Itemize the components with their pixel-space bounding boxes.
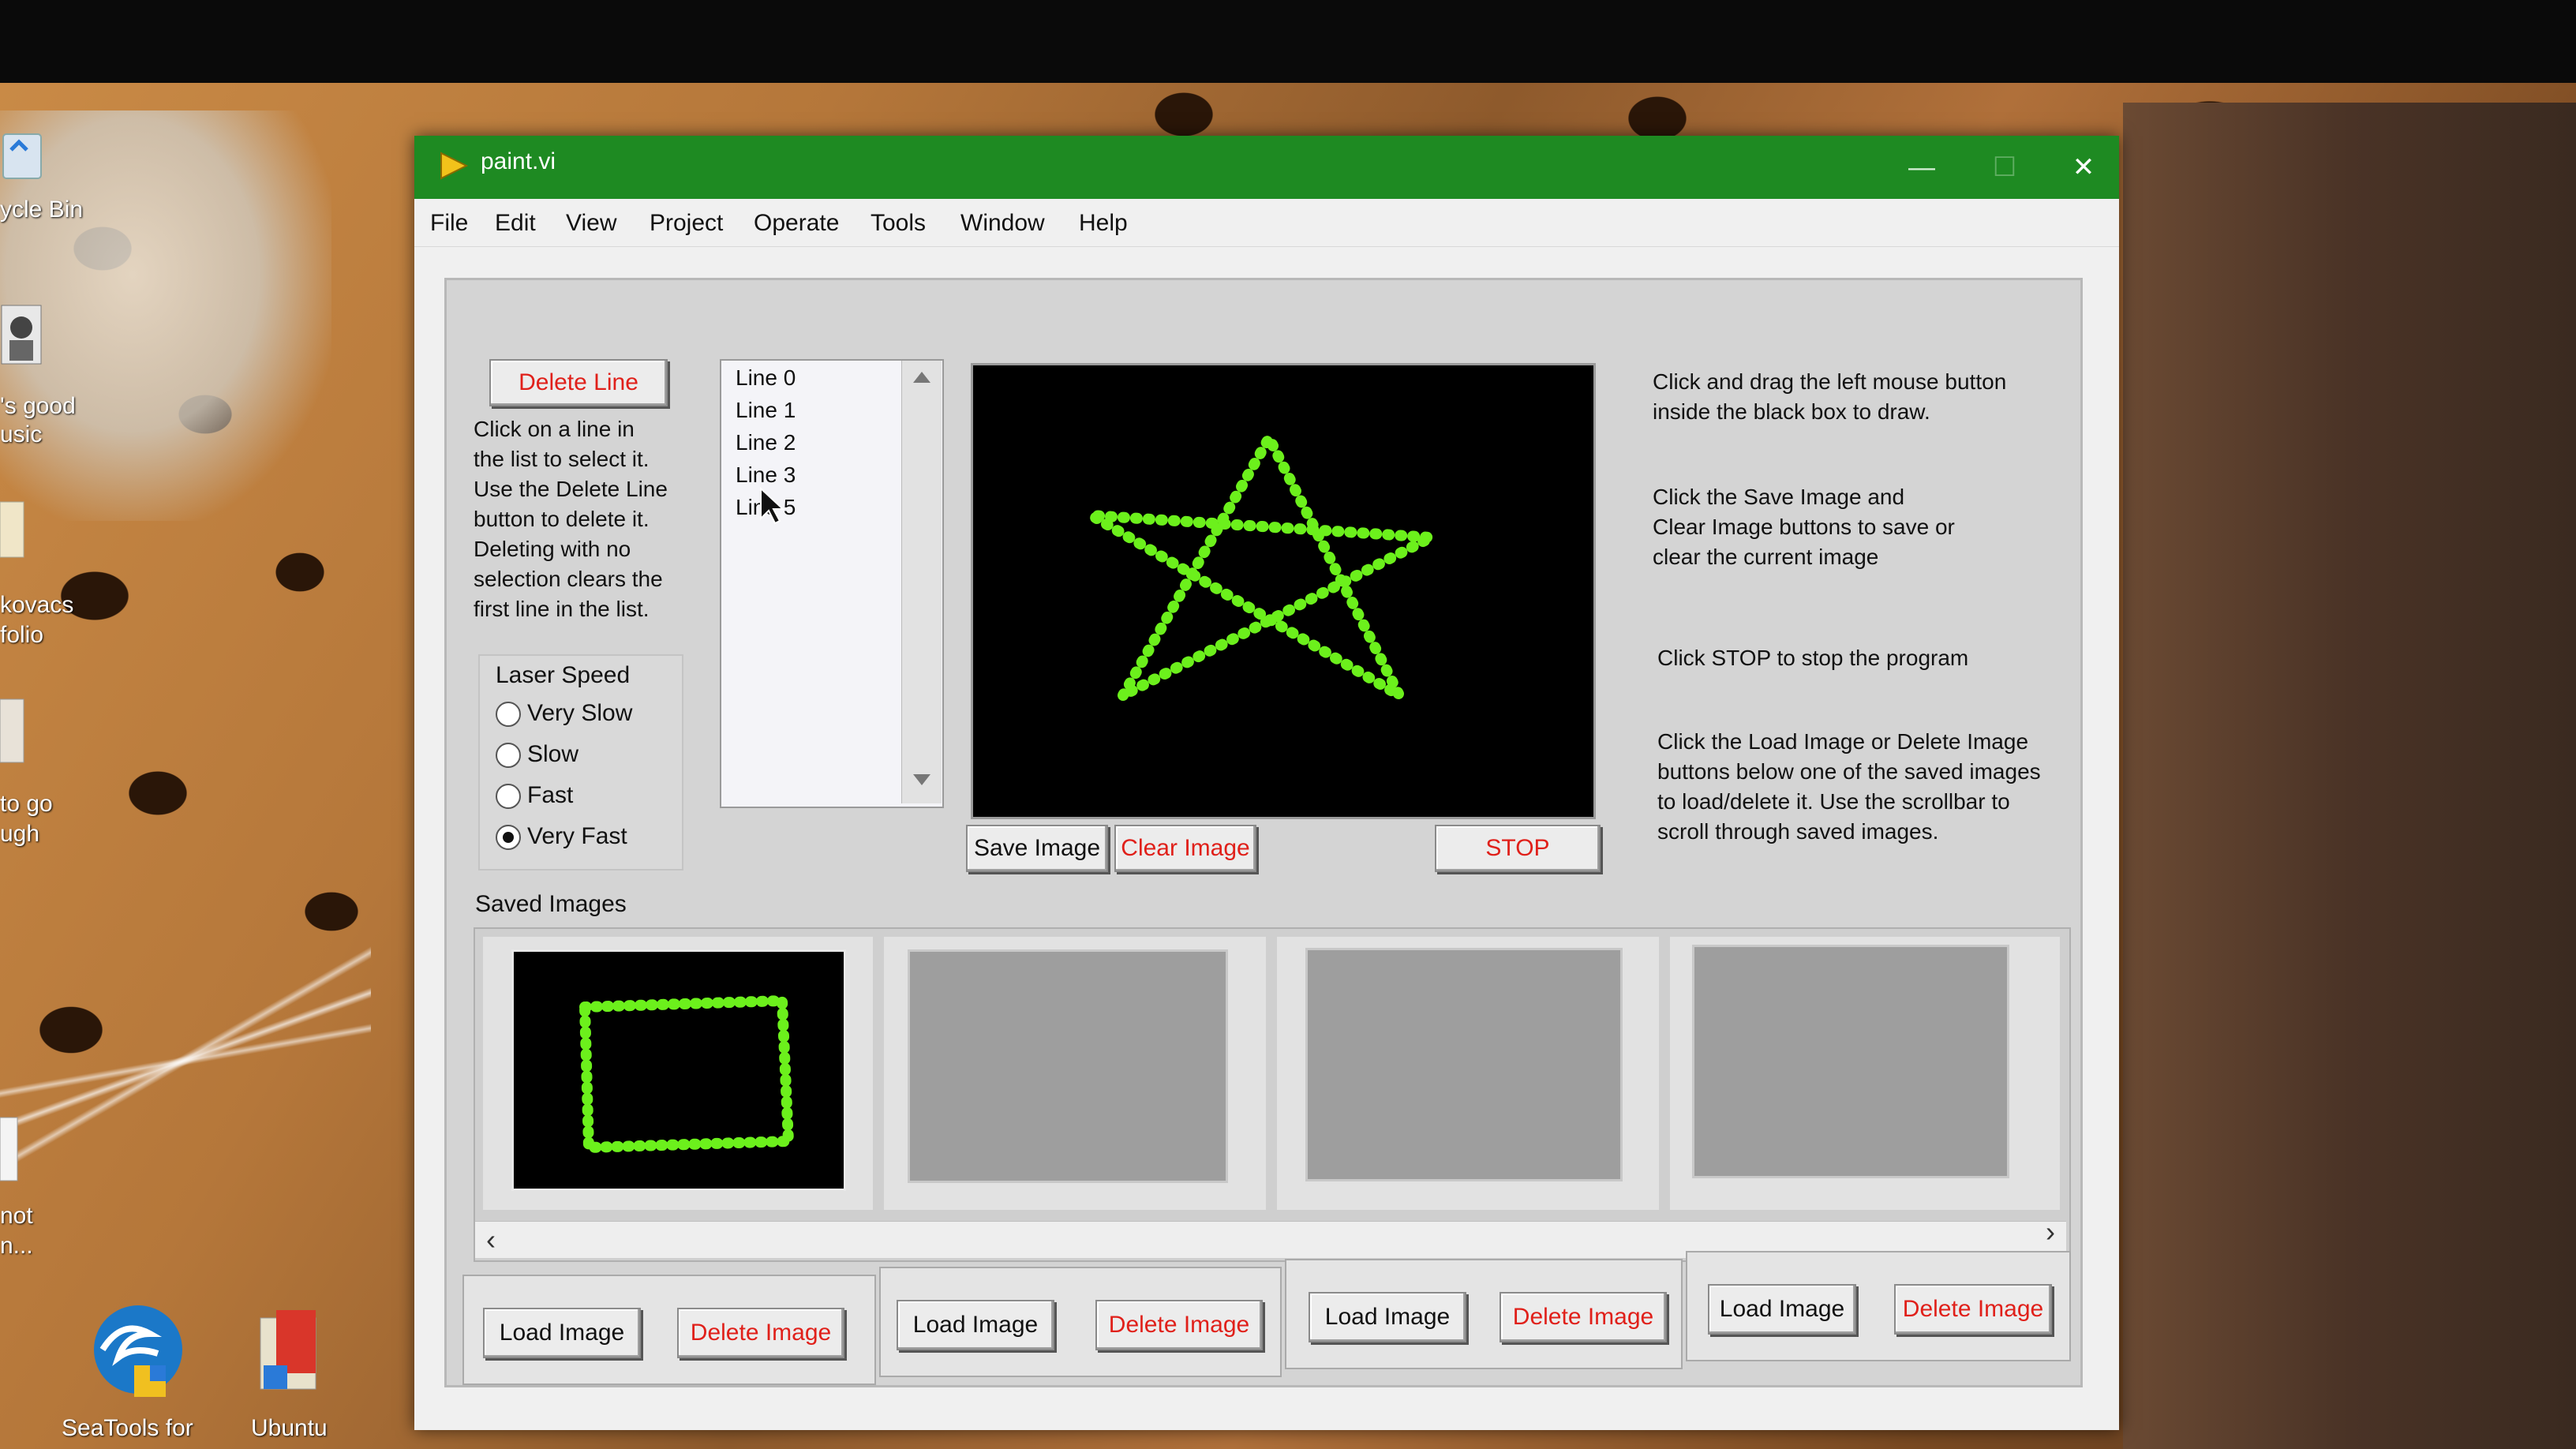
saved-image-thumbnail <box>511 949 846 1191</box>
maximize-button[interactable]: ☐ <box>1973 144 2036 191</box>
seatools-icon <box>94 1305 182 1397</box>
saved-image-slot-4 <box>1670 937 2060 1210</box>
menu-file[interactable]: File <box>430 210 468 237</box>
list-item[interactable]: Line 2 <box>736 430 796 455</box>
radio-label[interactable]: Fast <box>527 782 573 809</box>
menu-help[interactable]: Help <box>1079 210 1128 237</box>
saved-image-slot-1 <box>483 937 873 1210</box>
radio-label[interactable]: Very Fast <box>527 823 627 850</box>
clear-image-button[interactable]: Clear Image <box>1114 825 1256 872</box>
scroll-down-icon[interactable] <box>912 771 932 788</box>
person-icon <box>1 305 42 365</box>
saved-image-thumbnail-empty <box>1692 945 2009 1178</box>
line-listbox[interactable]: Line 0 Line 1 Line 2 Line 3 Line 5 <box>720 359 944 808</box>
line-list-scrollbar[interactable] <box>901 361 942 803</box>
laser-speed-title: Laser Speed <box>496 662 631 688</box>
ubuntu-folder-icon <box>260 1310 316 1390</box>
document-icon <box>0 698 24 763</box>
laser-speed-control: Laser Speed Very Slow Slow Fast Very Fas… <box>478 654 683 871</box>
menu-bar: File Edit View Project Operate Tools Win… <box>414 199 2119 247</box>
stop-instructions: Click STOP to stop the program <box>1657 646 1969 670</box>
saved-image-actions-4: Load Image Delete Image <box>1686 1251 2071 1361</box>
delete-image-button-4[interactable]: Delete Image <box>1894 1284 2052 1335</box>
radio-slow[interactable] <box>496 743 521 768</box>
front-panel: Delete Line Click on a line in the list … <box>444 278 2083 1387</box>
delete-image-button-3[interactable]: Delete Image <box>1500 1292 1667 1342</box>
saved-image-slot-3 <box>1277 937 1659 1210</box>
delete-line-button[interactable]: Delete Line <box>489 359 668 406</box>
save-clear-instructions: Click the Save Image and Clear Image but… <box>1653 485 1955 569</box>
desktop-icon-good-music[interactable]: 's good usic <box>0 304 110 454</box>
delete-line-instructions: Click on a line in the list to select it… <box>474 417 668 621</box>
saved-images-gallery: ‹ › <box>474 927 2071 1262</box>
title-bar[interactable]: paint.vi — ☐ ✕ <box>414 136 2119 199</box>
scroll-up-icon[interactable] <box>912 369 932 386</box>
mouse-cursor-icon <box>760 487 784 525</box>
delete-image-button-1[interactable]: Delete Image <box>677 1308 844 1358</box>
close-button[interactable]: ✕ <box>2052 144 2115 191</box>
radio-very-fast[interactable] <box>496 825 521 850</box>
menu-project[interactable]: Project <box>650 210 723 237</box>
saved-image-actions-1: Load Image Delete Image <box>462 1275 876 1385</box>
saved-image-actions-3: Load Image Delete Image <box>1285 1259 1683 1369</box>
load-image-button-1[interactable]: Load Image <box>483 1308 641 1358</box>
desktop-icon-to-go-through[interactable]: to go ugh <box>0 695 110 868</box>
scroll-left-icon[interactable]: ‹ <box>486 1223 496 1256</box>
save-image-button[interactable]: Save Image <box>966 825 1108 872</box>
star-drawing <box>1086 432 1436 701</box>
list-item[interactable]: Line 1 <box>736 398 796 423</box>
folder-icon <box>0 501 24 558</box>
list-item[interactable]: Line 3 <box>736 462 796 488</box>
radio-fast[interactable] <box>496 784 521 809</box>
saved-image-actions-2: Load Image Delete Image <box>879 1267 1282 1377</box>
menu-operate[interactable]: Operate <box>754 210 839 237</box>
paint-vi-window: paint.vi — ☐ ✕ File Edit View Project Op… <box>414 136 2119 1430</box>
radio-label[interactable]: Slow <box>527 741 578 768</box>
load-image-button-2[interactable]: Load Image <box>897 1300 1054 1350</box>
saved-image-thumbnail-empty <box>908 949 1228 1183</box>
desktop-icon-kovacs-folio[interactable]: kovacs folio <box>0 497 110 655</box>
desktop-icon-seatools[interactable]: SeaTools for <box>55 1302 245 1444</box>
desktop-icon-ubuntu[interactable]: Ubuntu <box>237 1310 363 1444</box>
load-image-button-3[interactable]: Load Image <box>1309 1292 1466 1342</box>
radio-very-slow[interactable] <box>496 702 521 727</box>
menu-tools[interactable]: Tools <box>871 210 926 237</box>
saved-images-label: Saved Images <box>475 891 627 917</box>
document-icon <box>0 1117 18 1181</box>
list-item[interactable]: Line 0 <box>736 365 796 391</box>
desktop-icon-not[interactable]: not n... <box>0 1113 110 1271</box>
menu-edit[interactable]: Edit <box>495 210 536 237</box>
delete-image-button-2[interactable]: Delete Image <box>1095 1300 1263 1350</box>
load-image-button-4[interactable]: Load Image <box>1708 1284 1856 1335</box>
desktop-icon-recycle-bin[interactable]: ycle Bin <box>0 126 110 237</box>
window-title: paint.vi <box>481 148 556 174</box>
drawing-canvas[interactable] <box>971 363 1596 819</box>
minimize-button[interactable]: — <box>1890 144 1953 191</box>
recycle-bin-icon <box>2 133 42 179</box>
load-delete-instructions: Click the Load Image or Delete Image but… <box>1657 729 2041 844</box>
labview-vi-icon <box>440 152 469 180</box>
draw-instructions: Click and drag the left mouse button ins… <box>1653 369 2007 424</box>
wallpaper-right <box>2123 103 2576 1449</box>
rectangle-drawing <box>579 995 794 1153</box>
menu-view[interactable]: View <box>566 210 616 237</box>
saved-image-slot-2 <box>884 937 1266 1210</box>
scroll-right-icon[interactable]: › <box>2046 1215 2055 1249</box>
radio-label[interactable]: Very Slow <box>527 700 632 727</box>
menu-window[interactable]: Window <box>960 210 1045 237</box>
saved-image-thumbnail-empty <box>1305 948 1623 1181</box>
stop-button[interactable]: STOP <box>1435 825 1601 872</box>
